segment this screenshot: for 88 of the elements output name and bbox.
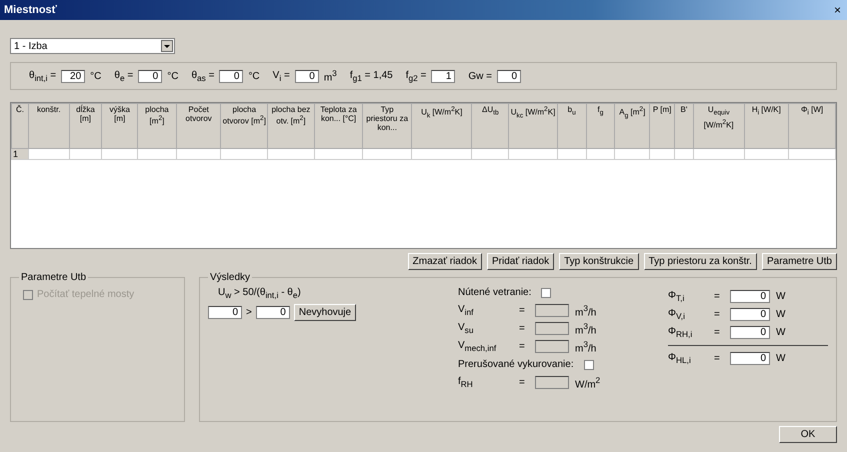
field-label: V$_{mech,inf}$ [458,340,498,353]
field-label: V$_{inf}$ [458,304,474,317]
equals-sign: = [714,309,721,320]
checkbox-label: Počítať tepelné mosty [37,289,134,300]
column-header: Č. [12,104,28,148]
result-field[interactable]: 0 [730,352,770,365]
equals-sign: = [714,327,721,338]
column-header: P [m] [650,104,674,148]
param-label: θ$_{e}$ = [114,70,134,82]
param-field[interactable]: 0 [294,70,319,82]
unit-label: m$^{3}$/h [575,302,596,318]
param-label: Gw = [468,70,492,82]
unit-label: W [776,327,786,338]
column-header: konštr. [28,104,70,148]
result-field[interactable]: 0 [730,308,770,321]
result-field[interactable]: 0 [730,326,770,339]
toolbar-button[interactable]: Typ konštrukcie [559,253,639,270]
param-field[interactable]: 0 [138,70,162,82]
param-label: f$_{g1}$ = 1,45 [350,70,393,82]
verdict-button[interactable]: Nevyhovuje [294,304,356,321]
param-label: f$_{g2}$ = [406,70,426,82]
unit-label: m$^{3}$ [324,68,337,84]
column-header: H$_{i}$ [W/K] [744,104,789,148]
param-label: θ$_{as}$ = [191,70,214,82]
column-header: výška [m] [102,104,138,148]
ok-button[interactable]: OK [779,426,837,443]
column-header: Teplota za kon... [°C] [314,104,363,148]
row-number: 1 [12,148,28,160]
field-label: Φ$_{RH,i}$ [668,326,694,339]
toolbar-button[interactable]: Zmazať riadok [408,253,482,270]
column-header: U$_{k}$ [W/m$^{2}$K] [411,104,472,148]
group-title: Výsledky [209,272,252,283]
column-header: A$_{g}$ [m$^{2}$] [614,104,650,148]
unit-label: W/m$^{2}$ [575,374,600,390]
result-field[interactable]: 0 [256,306,290,319]
column-header: ΔU$_{tb}$ [472,104,509,148]
field-label: Φ$_{V,i}$ [668,308,686,321]
unit-label: °C [167,70,178,82]
param-field[interactable]: 0 [219,70,244,82]
checkbox-label: Nútené vetranie: [458,287,532,298]
unit-label: W [776,309,786,320]
unit-label: m$^{3}$/h [575,338,596,354]
column-header: f$_{g}$ [586,104,615,148]
window-title: Miestnosť [4,4,57,16]
group-title: Parametre Utb [20,272,88,283]
column-header: b$_{u}$ [557,104,586,148]
comparison-sign: > [246,307,252,318]
column-header: U$_{equiv}$ [W/m$^{2}$K] [693,104,744,148]
checkbox[interactable] [541,288,552,298]
equals-sign: = [519,341,526,352]
toolbar-button[interactable]: Pridať riadok [486,253,554,270]
column-header: U$_{kc}$ [W/m$^{2}$K] [508,104,558,148]
column-header: Φ$_{i}$ [W] [788,104,836,148]
param-field[interactable]: 1 [431,70,456,82]
param-label: V$_{i}$ = [272,70,290,82]
equals-sign: = [519,377,526,388]
field-label: V$_{su}$ [458,322,474,335]
room-dropdown[interactable]: 1 - Izba [10,38,175,54]
column-header: B' [674,104,694,148]
field-label: Φ$_{T,i}$ [668,290,686,303]
equals-sign: = [714,291,721,302]
param-field[interactable]: 20 [61,70,86,82]
equals-sign: = [714,353,721,364]
param-field[interactable]: 0 [497,70,522,82]
formula-text: U$_{w}$ > 50/(θ$_{int,i}$ - θ$_{e}$) [218,287,302,300]
field-label: f$_{RH}$ [458,376,474,389]
unit-label: m$^{3}$/h [575,320,596,336]
column-header: Typ priestoru za kon... [362,104,412,148]
result-field[interactable]: 0 [730,290,770,303]
unit-label: °C [90,70,102,82]
unit-label: W [776,353,786,364]
toolbar-button[interactable]: Typ priestoru za konštr. [644,253,757,270]
column-header: plocha bez otv. [m$^{2}$] [268,104,314,148]
result-field[interactable]: 0 [208,306,242,319]
column-header: plocha otvorov [m$^{2}$] [220,104,268,148]
column-header: plocha [m$^{2}$] [138,104,176,148]
close-button[interactable]: × [832,3,843,17]
equals-sign: = [519,323,526,334]
unit-label: W [776,291,786,302]
column-header: dĺžka [m] [69,104,102,148]
equals-sign: = [519,305,526,316]
unit-label: °C [248,70,260,82]
toolbar-button[interactable]: Parametre Utb [762,253,837,270]
param-label: θ$_{int,i}$ = [29,70,56,82]
column-header: Počet otvorov [176,104,221,148]
checkbox[interactable] [584,360,594,370]
checkbox-label: Prerušované vykurovanie: [458,359,574,370]
field-label: Φ$_{HL,i}$ [668,352,692,365]
